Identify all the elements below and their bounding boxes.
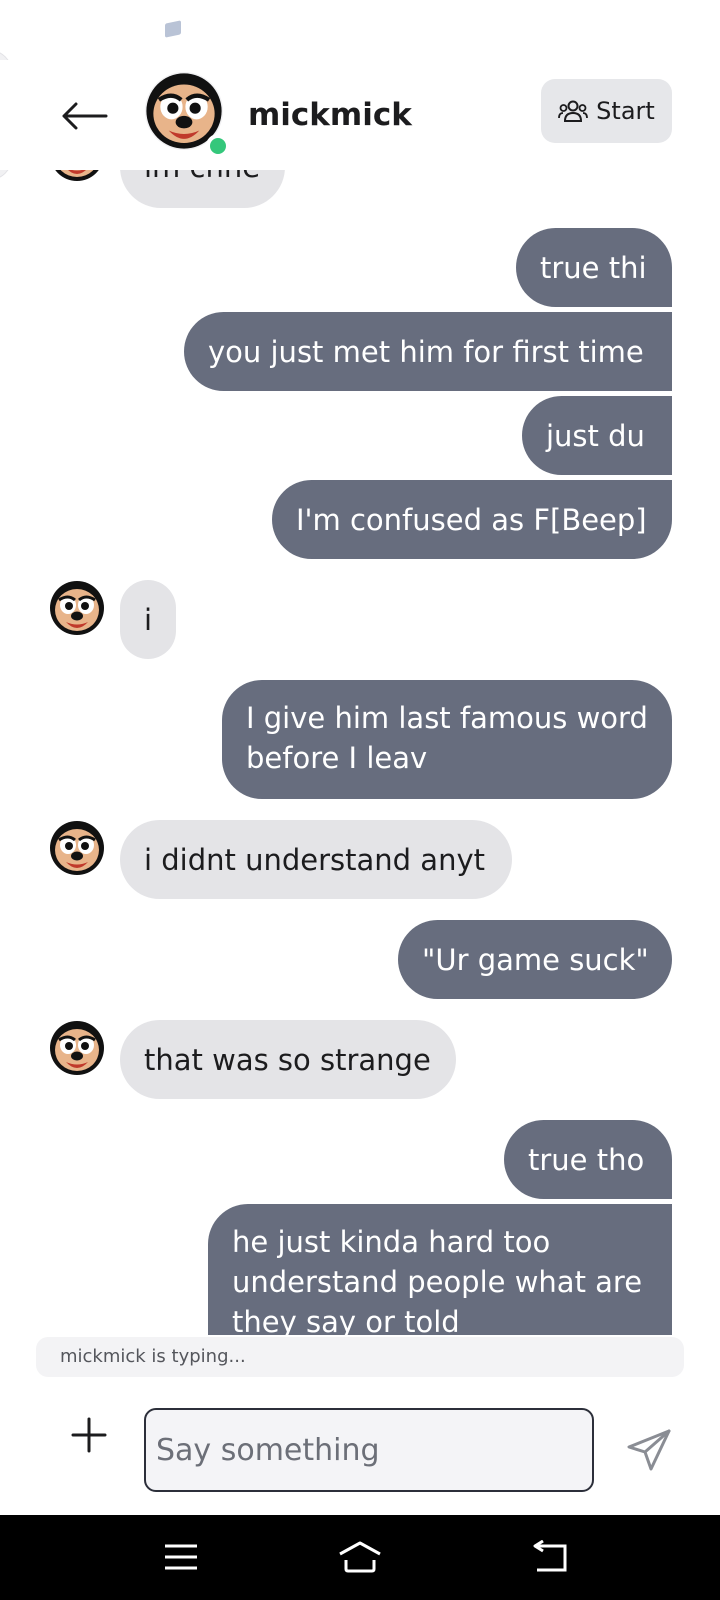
message-text: "Ur game suck" bbox=[422, 942, 649, 977]
arrow-left-icon bbox=[62, 102, 108, 130]
message-text: he just kinda hard too understand people… bbox=[232, 1225, 643, 1335]
message-composer bbox=[0, 1380, 720, 1515]
system-navigation-bar bbox=[0, 1515, 720, 1600]
message-text: I'm confused as F[Beep] bbox=[296, 502, 647, 537]
message-text: I give him last famous word before I lea… bbox=[246, 701, 648, 775]
message-list[interactable]: im chne true thi you just met him for fi… bbox=[0, 0, 720, 1335]
start-button[interactable]: Start bbox=[541, 79, 672, 143]
message-bubble-outgoing[interactable]: I'm confused as F[Beep] bbox=[272, 480, 672, 559]
contact-name[interactable]: mickmick bbox=[248, 92, 412, 138]
return-icon bbox=[533, 1540, 567, 1572]
message-bubble-outgoing[interactable]: true thi bbox=[516, 228, 672, 307]
message-text: i didnt understand anyt bbox=[144, 842, 485, 877]
back-button[interactable] bbox=[56, 92, 112, 140]
online-status-dot bbox=[206, 134, 230, 158]
people-group-icon bbox=[558, 100, 589, 122]
message-bubble-incoming[interactable]: i bbox=[120, 580, 176, 659]
message-bubble-incoming[interactable]: that was so strange bbox=[120, 1020, 456, 1099]
contact-avatar[interactable] bbox=[49, 1020, 105, 1076]
message-text: true tho bbox=[528, 1142, 645, 1177]
nav-menu-button[interactable] bbox=[156, 1535, 206, 1579]
contact-avatar[interactable] bbox=[49, 580, 105, 636]
message-bubble-outgoing[interactable]: he just kinda hard too understand people… bbox=[208, 1204, 672, 1335]
message-text: you just met him for first time bbox=[208, 334, 644, 369]
message-bubble-outgoing[interactable]: true tho bbox=[504, 1120, 672, 1199]
plus-icon bbox=[71, 1417, 107, 1453]
message-bubble-outgoing[interactable]: you just met him for first time bbox=[184, 312, 672, 391]
contact-avatar[interactable] bbox=[49, 820, 105, 876]
nav-home-button[interactable] bbox=[335, 1535, 385, 1579]
add-attachment-button[interactable] bbox=[64, 1410, 114, 1460]
send-button[interactable] bbox=[625, 1425, 675, 1475]
message-text: i bbox=[143, 602, 153, 637]
message-bubble-outgoing[interactable]: "Ur game suck" bbox=[398, 920, 672, 999]
chat-screen: im chne true thi you just met him for fi… bbox=[0, 0, 720, 1600]
message-bubble-outgoing[interactable]: just du bbox=[522, 396, 672, 475]
message-text: that was so strange bbox=[144, 1042, 431, 1077]
paper-plane-icon bbox=[627, 1429, 671, 1471]
chat-header: mickmick Start bbox=[0, 60, 720, 170]
nav-back-button[interactable] bbox=[524, 1535, 574, 1579]
message-bubble-outgoing[interactable]: I give him last famous word before I lea… bbox=[222, 680, 672, 799]
message-input[interactable] bbox=[144, 1408, 594, 1492]
typing-indicator: mickmick is typing... bbox=[36, 1337, 684, 1377]
message-text: true thi bbox=[540, 250, 647, 285]
message-text: just du bbox=[546, 418, 645, 453]
message-bubble-incoming[interactable]: i didnt understand anyt bbox=[120, 820, 512, 899]
home-icon bbox=[339, 1541, 381, 1573]
start-button-label: Start bbox=[596, 97, 655, 125]
menu-lines-icon bbox=[165, 1544, 197, 1570]
